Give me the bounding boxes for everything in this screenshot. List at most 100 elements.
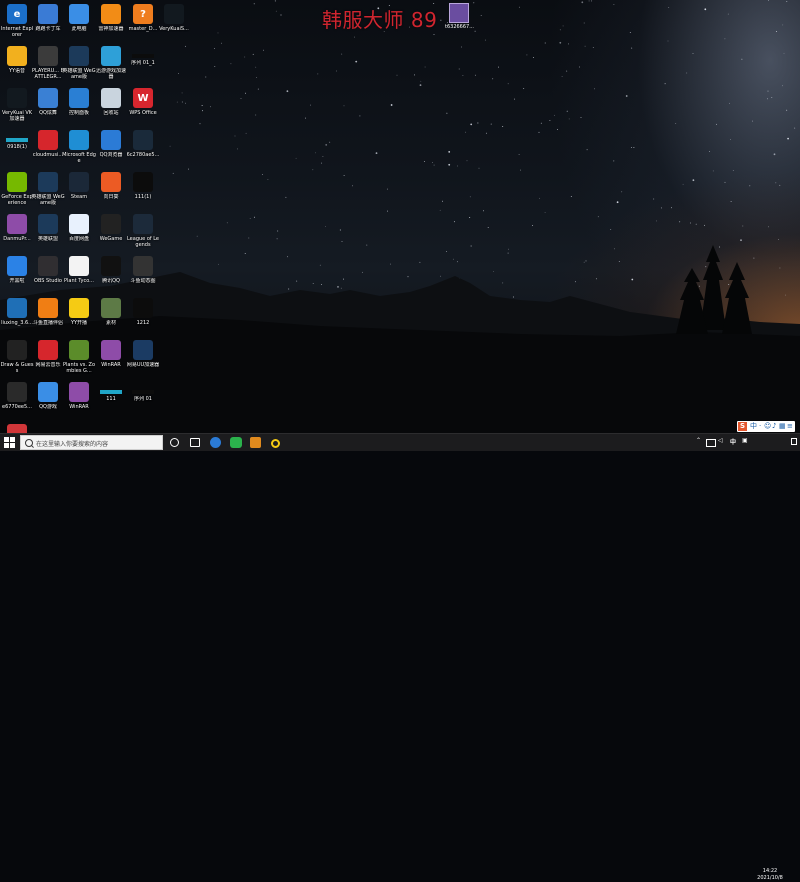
desktop-shortcut[interactable]: 控制面板 [62, 88, 96, 116]
desktop-shortcut-label: 开黑啦 [9, 278, 25, 284]
desktop-shortcut-label: 向日葵 [103, 194, 119, 200]
desktop-shortcut[interactable]: Microsoft Edge [62, 130, 96, 164]
app-taskbar-icon[interactable] [250, 437, 261, 448]
desktop-shortcut[interactable]: 英雄联盟 [31, 214, 65, 242]
desktop-shortcut[interactable]: e6770ee5... [0, 382, 34, 410]
sogou-ime-toolbar[interactable]: S 中 · ☺ ♪ ▦ ≡ [737, 421, 795, 432]
search-icon [25, 439, 33, 447]
desktop-shortcut[interactable]: QQ炫舞 [31, 88, 65, 116]
desktop-shortcut[interactable]: 向日葵 [94, 172, 128, 200]
desktop-shortcut[interactable]: 跑跑卡丁车 [31, 4, 65, 32]
desktop-shortcut[interactable]: YY开播 [62, 298, 96, 326]
file-e6770-icon [7, 382, 27, 402]
tray-expand-icon[interactable]: ⌃ [696, 437, 701, 444]
desktop-shortcut[interactable]: 序列 01_1 [126, 46, 160, 66]
desktop-shortcut[interactable]: WinRAR [62, 382, 96, 410]
desktop-shortcut[interactable]: 腾讯QQ [94, 256, 128, 284]
desktop-shortcut[interactable]: 此电脑 [62, 4, 96, 32]
desktop-shortcut[interactable]: 序列 01 [126, 382, 160, 402]
desktop-shortcut[interactable]: 回收站 [94, 88, 128, 116]
taskbar-clock[interactable]: 14:22 2021/10/8 [752, 868, 788, 882]
lol-wegame-icon [69, 46, 89, 66]
desktop-shortcut[interactable]: 网易UU加速器 [126, 340, 160, 368]
cortana-icon[interactable] [170, 438, 179, 447]
desktop-shortcut[interactable]: W WPS Office [126, 88, 160, 116]
desktop-shortcut-label: 素材 [105, 320, 116, 326]
desktop-shortcut[interactable]: GeForce Experience [0, 172, 34, 206]
file-1212-icon [133, 298, 153, 318]
desktop-shortcut[interactable]: VeryKuai VK 加速器 [0, 88, 34, 122]
desktop-shortcut[interactable]: VeryKuaiS... [157, 4, 191, 32]
desktop-shortcut[interactable]: WeGame [94, 214, 128, 242]
desktop-shortcut[interactable]: OBS Studio [31, 256, 65, 284]
desktop-shortcut[interactable]: 迅游游戏加速器 [94, 46, 128, 80]
desktop-shortcut[interactable]: Plant Tyco... [62, 256, 96, 284]
volume-icon[interactable]: ◁ [718, 437, 723, 444]
desktop-shortcut[interactable]: Plants vs. Zombies G... [62, 340, 96, 374]
ime-emoji-icon[interactable]: ☺ [764, 422, 771, 431]
overlay-file-icon[interactable]: t6326667... [445, 3, 474, 30]
taskbar-search-box[interactable]: 在这里输入你要搜索的内容 [20, 435, 163, 450]
desktop-shortcut[interactable]: 网易云音乐 [31, 340, 65, 368]
desktop-shortcut[interactable]: ? master_D... [126, 4, 160, 32]
desktop-shortcut[interactable]: e Internet Explorer [0, 4, 34, 38]
ime-voice-icon[interactable]: ♪ [772, 422, 776, 431]
tray-app-icon[interactable]: ▣ [742, 437, 748, 444]
desktop-shortcut[interactable]: 英雄联盟 WeGame版 [31, 172, 65, 206]
desktop-shortcut[interactable]: Steam [62, 172, 96, 200]
network-icon[interactable] [706, 439, 716, 447]
file-thumbnail-icon [449, 3, 469, 23]
taskbar: 在这里输入你要搜索的内容 ⌃ ◁ 中 ▣ 14:22 2021/10/8 [0, 433, 800, 881]
desktop-shortcut[interactable]: YY语音 [0, 46, 34, 74]
control-panel-icon [69, 88, 89, 108]
ime-chinese-mode-icon[interactable]: 中 [750, 422, 757, 431]
wechat-taskbar-icon[interactable] [230, 437, 242, 448]
desktop-shortcut[interactable]: QQ浏览器 [94, 130, 128, 158]
desktop-shortcut-label: 英雄联盟 WeGame版 [62, 68, 96, 80]
file-111-1-icon [133, 172, 153, 192]
desktop-shortcut[interactable]: QQ游戏 [31, 382, 65, 410]
yy-taskbar-icon[interactable] [271, 439, 280, 448]
desktop-shortcut-label: 网易UU加速器 [126, 362, 160, 368]
desktop-shortcut[interactable]: 111 [94, 382, 128, 402]
desktop-shortcut-label: WPS Office [129, 110, 157, 116]
desktop-shortcut-label: Steam [70, 194, 88, 200]
desktop-shortcut-label: WeGame [99, 236, 123, 242]
desktop-shortcut[interactable]: 111(1) [126, 172, 160, 200]
desktop-shortcut-label: 1212 [136, 320, 150, 326]
desktop-shortcut[interactable]: 1212 [126, 298, 160, 326]
ime-keyboard-icon[interactable]: ▦ [779, 422, 786, 431]
desktop-shortcut[interactable]: liuxing_3.6... [0, 298, 34, 326]
windows-start-icon[interactable] [4, 437, 15, 448]
desktop-shortcut[interactable]: League of Legends [126, 214, 160, 248]
desktop-shortcut-label: 迅游游戏加速器 [95, 68, 126, 80]
master-d-icon: ? [133, 4, 153, 24]
desktop-shortcut[interactable]: 斗鱼动态图 [126, 256, 160, 284]
notification-icon[interactable] [791, 438, 797, 445]
desktop-shortcut[interactable]: 开黑啦 [0, 256, 34, 284]
draw-and-guess-icon [7, 340, 27, 360]
desktop-shortcut-label: QQ浏览器 [99, 152, 123, 158]
ime-language-indicator[interactable]: 中 [730, 437, 736, 446]
desktop-shortcut[interactable]: Riot客户端 [0, 424, 34, 433]
desktop-shortcut[interactable]: PLAYERU... BATTLEGR... [31, 46, 65, 80]
ime-menu-icon[interactable]: ≡ [787, 422, 793, 431]
desktop-shortcut[interactable]: 素材 [94, 298, 128, 326]
desktop-shortcut[interactable]: WinRAR [94, 340, 128, 368]
desktop-shortcut-label: YY开播 [70, 320, 88, 326]
desktop-shortcut[interactable]: Draw & Guess [0, 340, 34, 374]
desktop-shortcut[interactable]: cloudmusi... [31, 130, 65, 158]
desktop-shortcut[interactable]: 雷神加速器 [94, 4, 128, 32]
desktop-shortcut[interactable]: 6c2780ae5... [126, 130, 160, 158]
qq-browser-taskbar-icon[interactable] [210, 437, 221, 448]
task-view-icon[interactable] [190, 438, 200, 447]
sogou-logo-icon: S [738, 422, 747, 431]
ime-punctuation-icon[interactable]: · [759, 422, 761, 431]
desktop-shortcut-label: OBS Studio [34, 278, 62, 284]
desktop-shortcut[interactable]: 百度网盘 [62, 214, 96, 242]
desktop[interactable]: 韩服大师 89 t6326667... e Internet Explorer 跑跑… [0, 0, 800, 433]
desktop-shortcut[interactable]: 斗鱼直播伴侣 [31, 298, 65, 326]
desktop-shortcut[interactable]: 0918(1) [0, 130, 34, 150]
desktop-shortcut[interactable]: 英雄联盟 WeGame版 [62, 46, 96, 80]
desktop-shortcut[interactable]: DanmuPr... [0, 214, 34, 242]
